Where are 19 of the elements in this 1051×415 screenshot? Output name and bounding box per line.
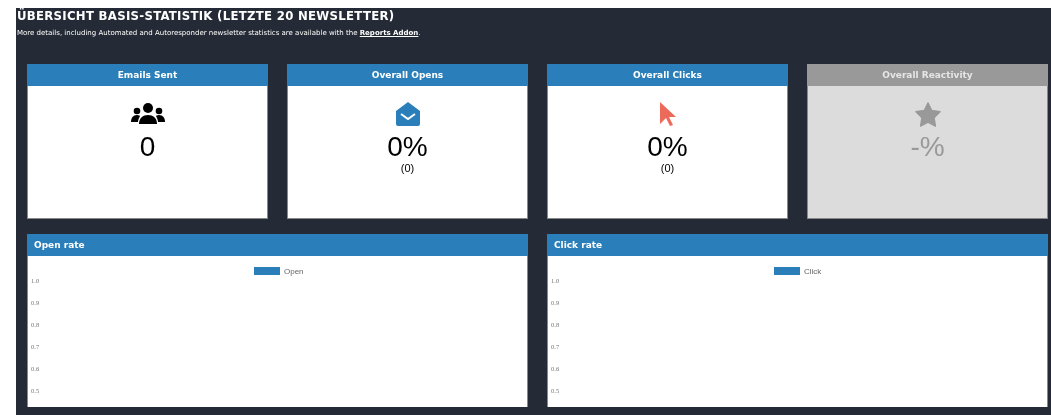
card-header: Overall Clicks [547,64,788,86]
chart-title: Open rate [27,234,528,256]
stat-value: 0% [647,132,688,162]
legend-item: Open [254,267,304,276]
card-header: Overall Opens [287,64,528,86]
stat-value: 0% [387,132,428,162]
stat-value: 0 [139,132,156,162]
envelope-icon [394,101,421,127]
card-header: Emails Sent [27,64,268,86]
legend-item: Click [774,267,822,276]
cursor-icon [658,101,677,127]
people-icon [130,103,165,125]
stat-count: (0) [400,162,415,174]
chart-title: Click rate [547,234,1048,256]
page-title: ÜBERSICHT BASIS-STATISTIK (LETZTE 20 NEWSLETTER) [17,8,396,23]
star-icon [914,101,941,127]
stat-value: -% [910,132,945,162]
stat-count: (0) [660,162,675,174]
card-header: Overall Reactivity [807,64,1048,86]
